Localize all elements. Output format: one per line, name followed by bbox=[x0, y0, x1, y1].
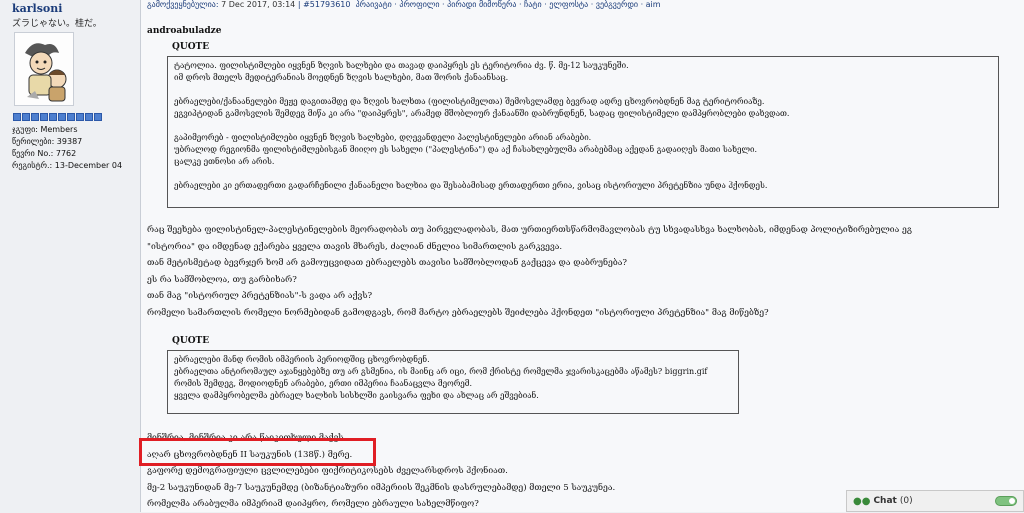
post-number[interactable]: #51793610 bbox=[303, 0, 350, 9]
quote-line: რომის შემდეგ, მოდიოდნენ არაბები, ერთი იმ… bbox=[174, 379, 472, 388]
user-stat-member-no: წევრი No.: 7762 bbox=[12, 149, 77, 158]
rank-pips bbox=[13, 113, 102, 121]
quote-line: ებრაელები კი ერთადერთი გადარჩენილი ქანაა… bbox=[174, 181, 768, 190]
cartoon-kids-avatar-icon bbox=[15, 33, 73, 105]
chat-count: (0) bbox=[899, 496, 913, 506]
quote-line: გაპიმეორებ - ფილისტიმლები იყვნენ ზღვის ხ… bbox=[174, 133, 592, 142]
post-date: 7 Dec 2017, 03:14 bbox=[221, 0, 296, 9]
user-stats: ჯგუფი: Members წერილები: 39387 წევრი No.… bbox=[12, 124, 122, 172]
quote-label-1: QUOTE bbox=[172, 42, 210, 52]
quote-line: ცალკე ეთნოსი არ არის. bbox=[174, 157, 275, 166]
chat-toggle[interactable] bbox=[995, 496, 1017, 506]
quote-line: ტატოლია. ფილისტიმლები იყვნენ ზღვის ხალხე… bbox=[174, 61, 629, 70]
post-header-links[interactable]: პრაივატი · პროფილი · პირადი მიმოწერა · ჩ… bbox=[356, 0, 661, 9]
body-line: რაც შეეხება ფილისტინელ-პალესტინელების მე… bbox=[147, 225, 912, 235]
quote-line: ებრაელები მანდ რომის იმპერიის პერიოდშიც … bbox=[174, 355, 430, 364]
avatar bbox=[14, 32, 74, 106]
user-stat-posts: წერილები: 39387 bbox=[12, 137, 83, 146]
body-line: თან მაგ "ისტორიულ პრეტენზიას"-ს ვადა არ … bbox=[147, 291, 373, 302]
quote-line: ებრაელთა ანტირომაულ აჯანყებებზე თუ არ გს… bbox=[174, 367, 708, 376]
body-line: რომელმა არაბულმა იმპერიამ დაიპყრო, რომელ… bbox=[147, 499, 479, 510]
body-line: "ისტორია" და იმდენად ექარება ყველა თავის… bbox=[147, 241, 563, 252]
post-content: გამოქვეყნებულია: 7 Dec 2017, 03:14 | #51… bbox=[141, 0, 1024, 512]
quote-line: ეგვიპტიდან გამოსვლის შემდეგ მიწა კი არა … bbox=[174, 109, 790, 118]
quote-line bbox=[174, 84, 992, 96]
quote-line: უბრალოდ რეგიონმა ფილისტიმლებისგან მიიღო … bbox=[174, 145, 757, 154]
body-line: თან მეტისმეტად ბევრჯერ ხომ არ გამოუცვიდა… bbox=[147, 258, 628, 269]
user-info-column: karlsoni ズラじゃない。桂だ。 ჯგუფი: Members წერილ… bbox=[0, 0, 141, 512]
quote-box-1: ტატოლია. ფილისტიმლები იყვნენ ზღვის ხალხე… bbox=[167, 56, 999, 208]
user-title: ズラじゃない。桂だ。 bbox=[12, 19, 102, 29]
username[interactable]: karlsoni bbox=[12, 2, 62, 15]
chat-users-icon: ●● bbox=[853, 495, 871, 507]
post-body-1: რაც შეეხება ფილისტინელ-პალესტინელების მე… bbox=[147, 222, 912, 322]
user-stat-registered: რეგისტრ.: 13-December 04 bbox=[12, 161, 123, 170]
chat-label[interactable]: Chat bbox=[873, 496, 896, 506]
highlight-box bbox=[139, 438, 376, 466]
quote-line: ყველა დამპყრობელმა ებრაელ ხალხის სისხლში… bbox=[174, 391, 539, 400]
post-header-prefix[interactable]: გამოქვეყნებულია: bbox=[147, 0, 219, 9]
body-line: მე-2 საუკუნიდან მე-7 საუკუნემდე (ბიზანტი… bbox=[147, 482, 616, 493]
body-line: ეს რა სამშობლოა, თუ გარბიხარ? bbox=[147, 274, 297, 285]
quote-line bbox=[174, 168, 992, 180]
quote-label-2: QUOTE bbox=[172, 336, 210, 346]
chat-bar[interactable]: ●● Chat (0) bbox=[846, 490, 1024, 512]
quote-line: იმ დროს მთელს მედიტერანიას მოედნენ ზღვის… bbox=[174, 73, 509, 82]
user-stat-group: ჯგუფი: Members bbox=[12, 125, 78, 134]
quote-box-2: ებრაელები მანდ რომის იმპერიის პერიოდშიც … bbox=[167, 350, 739, 414]
body-line: რომელი სამართლის რომელი ნორმებიდან გამოდ… bbox=[147, 307, 769, 318]
quote-author: androabuladze bbox=[147, 26, 222, 36]
quote-line bbox=[174, 120, 992, 132]
post-header: გამოქვეყნებულია: 7 Dec 2017, 03:14 | #51… bbox=[147, 0, 661, 9]
quote-line: ებრაელები/ქანაანელები მეჟე დაგითამდე და … bbox=[174, 97, 765, 106]
